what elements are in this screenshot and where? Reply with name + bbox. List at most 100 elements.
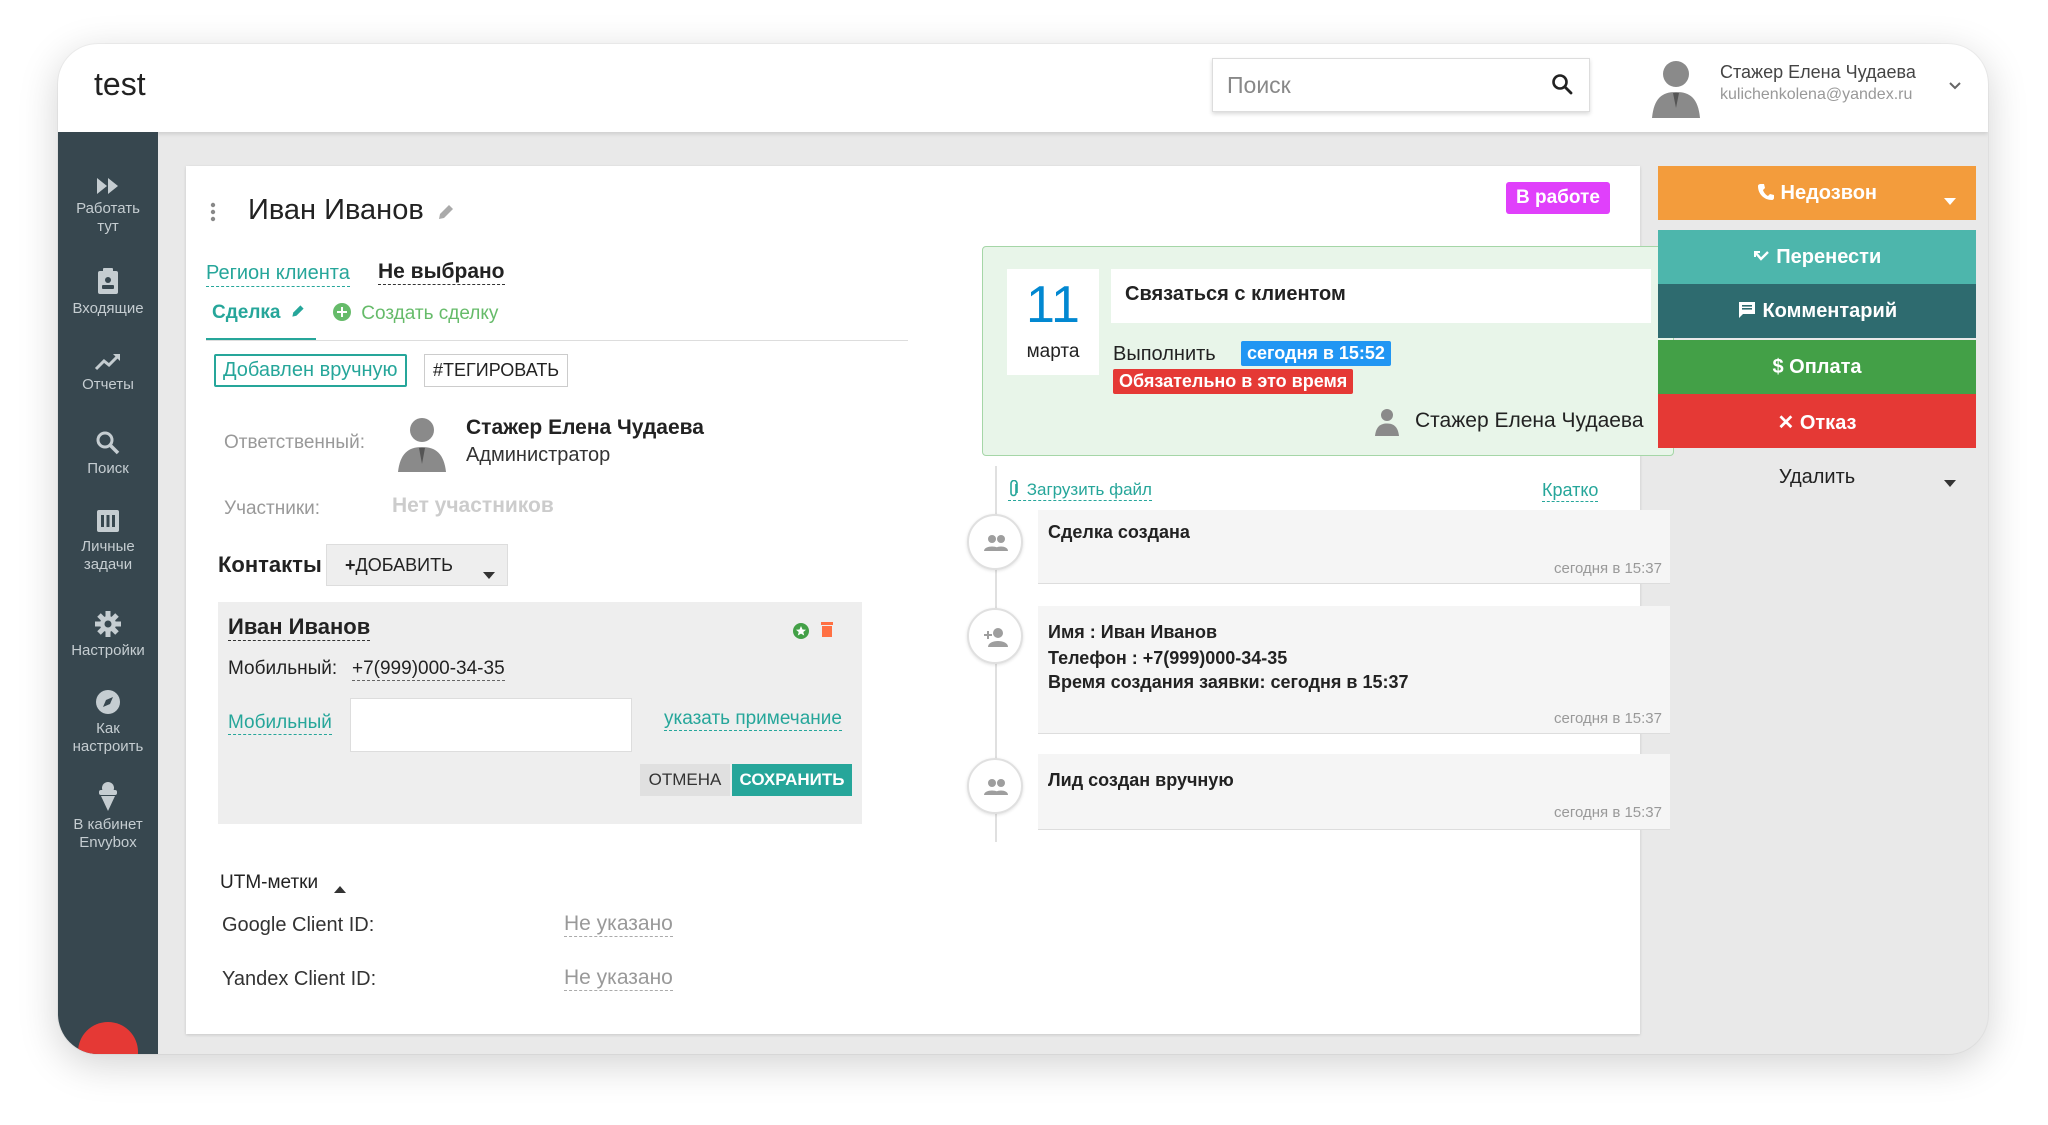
trash-icon[interactable] — [820, 620, 834, 643]
sidebar-item-inbox[interactable]: Входящие — [58, 268, 158, 318]
contact-card: Иван Иванов Мобильный: +7(999)000-34-35 … — [218, 602, 862, 824]
timeline-marker — [967, 758, 1023, 814]
close-icon: ✕ — [1777, 412, 1800, 434]
add-contact-button[interactable]: +ДОБАВИТЬ — [326, 544, 508, 586]
sidebar-item-envybox-cabinet[interactable]: В кабинет Envybox — [58, 780, 158, 852]
refuse-button[interactable]: ✕ Отказ — [1658, 394, 1976, 448]
search-icon[interactable] — [1551, 73, 1573, 100]
responsible-role: Администратор — [466, 444, 611, 466]
yandex-client-id-value[interactable]: Не указано — [564, 966, 673, 991]
gear-icon — [95, 611, 121, 637]
app-title[interactable]: test — [94, 66, 146, 103]
search-box[interactable] — [1212, 58, 1590, 112]
timeline-entry: Сделка создана сегодня в 15:37 — [1038, 510, 1670, 584]
people-icon — [984, 535, 1008, 551]
caret-down-icon[interactable] — [1944, 474, 1956, 492]
responsible-label: Ответственный: — [224, 432, 365, 453]
sidebar-item-search[interactable]: Поиск — [58, 430, 158, 478]
task-strict-badge[interactable]: Обязательно в это время — [1113, 369, 1354, 394]
sidebar-item-label: Отчеты — [82, 376, 134, 393]
tab-deal[interactable]: Сделка — [212, 302, 306, 324]
chat-fab-button[interactable] — [78, 1022, 138, 1054]
timeline-entry-text: Лид создан вручную — [1048, 770, 1234, 790]
sidebar: Работать тут Входящие Отчеты Поиск Личны… — [58, 132, 158, 1054]
edit-pencil-icon[interactable] — [290, 303, 306, 319]
participants-value[interactable]: Нет участников — [392, 494, 554, 518]
sidebar-item-settings[interactable]: Настройки — [58, 610, 158, 660]
task-panel: 11 марта Связаться с клиентом Выполнить … — [982, 246, 1674, 456]
user-avatar[interactable] — [1648, 56, 1704, 120]
timeline-entry-text: Телефон : +7(999)000-34-35 — [1048, 648, 1288, 668]
tag-button[interactable]: #ТЕГИРОВАТЬ — [424, 354, 569, 387]
sidebar-item-reports[interactable]: Отчеты — [58, 352, 158, 394]
responsible-name[interactable]: Стажер Елена Чудаева — [466, 416, 704, 440]
add-note-link[interactable]: указать примечание — [664, 708, 842, 731]
chevron-down-icon[interactable] — [1948, 78, 1962, 96]
add-circle-icon — [333, 303, 351, 321]
search-input[interactable] — [1227, 59, 1527, 111]
region-label[interactable]: Регион клиента — [206, 262, 350, 287]
sidebar-item-label: Работать тут — [76, 200, 140, 235]
delete-dropdown[interactable]: Удалить — [1658, 458, 1976, 498]
region-value[interactable]: Не выбрано — [378, 260, 505, 285]
upload-file-link[interactable]: Загрузить файл — [1008, 479, 1152, 501]
caret-down-icon[interactable] — [1944, 188, 1956, 211]
status-badge[interactable]: В работе — [1506, 182, 1610, 214]
payment-label: Оплата — [1789, 356, 1862, 378]
reschedule-label: Перенести — [1776, 246, 1882, 268]
sidebar-item-how-to-setup[interactable]: Как настроить — [58, 688, 158, 756]
star-icon[interactable] — [792, 622, 810, 645]
save-button[interactable]: СОХРАНИТЬ — [732, 764, 852, 796]
more-vert-icon[interactable] — [210, 202, 216, 227]
task-do-label: Выполнить — [1113, 343, 1216, 365]
sidebar-item-label: Поиск — [87, 460, 129, 477]
phone-value[interactable]: +7(999)000-34-35 — [352, 658, 505, 681]
timeline-entry: Имя : Иван Иванов Телефон : +7(999)000-3… — [1038, 606, 1670, 734]
google-client-id-label: Google Client ID: — [222, 914, 375, 936]
timeline-entry: Лид создан вручную сегодня в 15:37 — [1038, 754, 1670, 830]
deal-card: Иван Иванов В работе Регион клиента Не в… — [186, 166, 1674, 1034]
timeline-marker — [967, 514, 1023, 570]
caret-up-icon[interactable] — [334, 880, 346, 898]
user-name[interactable]: Стажер Елена Чудаева — [1720, 62, 1916, 83]
user-email: kulichenkolena@yandex.ru — [1720, 86, 1913, 103]
tab-deal-label: Сделка — [212, 302, 281, 323]
edit-pencil-icon[interactable] — [436, 202, 456, 227]
cancel-button[interactable]: ОТМЕНА — [640, 764, 730, 796]
sidebar-item-label: Как настроить — [72, 720, 144, 755]
brief-toggle-link[interactable]: Кратко — [1542, 480, 1599, 502]
google-client-id-value[interactable]: Не указано — [564, 912, 673, 937]
task-due-badge[interactable]: сегодня в 15:52 — [1241, 341, 1391, 366]
app-window: test Стажер Елена Чудаева kulichenkolena… — [58, 44, 1988, 1054]
no-answer-button[interactable]: Недозвон — [1658, 166, 1976, 220]
task-title-field[interactable]: Связаться с клиентом — [1111, 269, 1651, 323]
avatar — [1373, 407, 1401, 442]
add-contact-label: ДОБАВИТЬ — [355, 555, 453, 575]
sidebar-item-label: Входящие — [72, 300, 144, 317]
task-assignee[interactable]: Стажер Елена Чудаева — [1415, 409, 1644, 433]
payment-button[interactable]: $ Оплата — [1658, 340, 1976, 394]
reschedule-button[interactable]: Перенести — [1658, 230, 1976, 284]
tab-create-label: Создать сделку — [361, 303, 499, 324]
tab-create-deal[interactable]: Создать сделку — [332, 302, 498, 325]
phone-type-select[interactable]: Мобильный — [228, 712, 332, 735]
contact-name[interactable]: Иван Иванов — [228, 614, 371, 641]
sidebar-item-work-here[interactable]: Работать тут — [58, 176, 158, 236]
tag-manual[interactable]: Добавлен вручную — [214, 354, 407, 387]
fast-forward-icon — [97, 178, 118, 194]
sidebar-item-personal-tasks[interactable]: Личные задачи — [58, 508, 158, 574]
avatar — [394, 414, 450, 474]
refuse-label: Отказ — [1799, 412, 1857, 434]
trending-up-icon — [94, 353, 121, 371]
dollar-icon: $ — [1772, 356, 1790, 378]
phone-input[interactable] — [350, 698, 632, 752]
caret-down-icon[interactable] — [483, 563, 495, 584]
phone-label: Мобильный: — [228, 658, 338, 679]
people-icon — [984, 779, 1008, 795]
call-missed-icon — [1753, 251, 1769, 261]
utm-toggle[interactable]: UTM-метки — [220, 872, 318, 894]
task-date: 11 марта — [1007, 269, 1099, 375]
comment-button[interactable]: Комментарий — [1658, 284, 1976, 338]
timeline-marker — [967, 608, 1023, 664]
contacts-label: Контакты — [218, 552, 322, 577]
